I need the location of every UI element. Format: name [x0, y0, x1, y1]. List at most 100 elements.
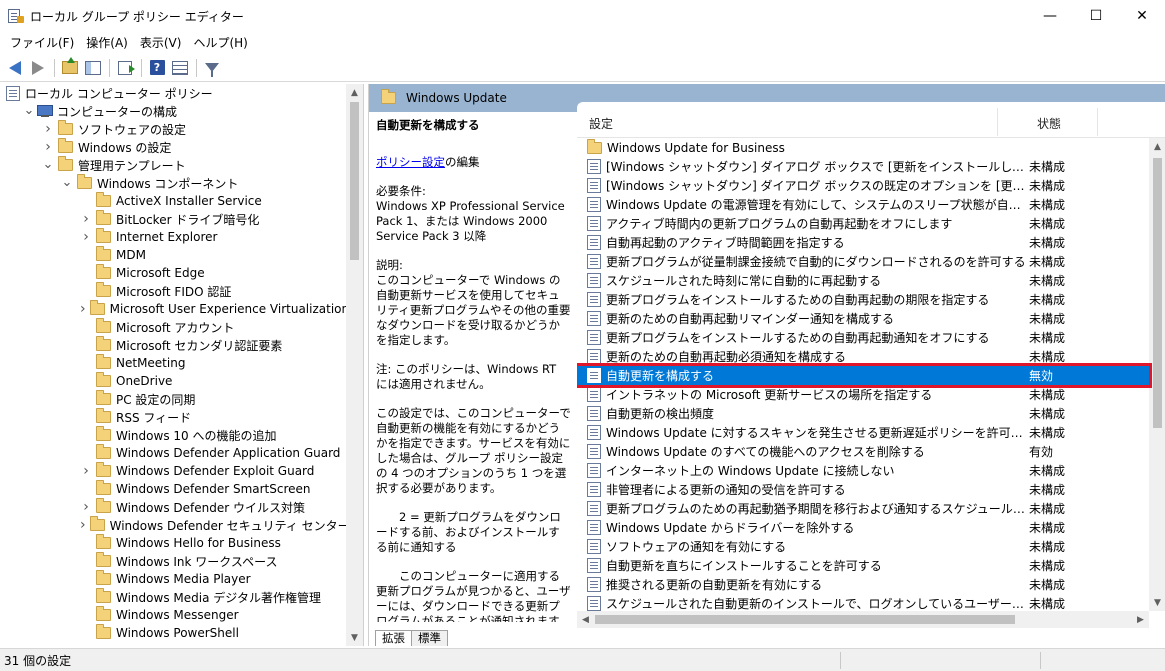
list-horizontal-scrollbar[interactable]: ◀ ▶ — [577, 611, 1149, 628]
tree-node[interactable]: › Windows Defender Exploit Guard — [0, 462, 346, 480]
menu-view[interactable]: 表示(V) — [134, 32, 188, 54]
tree-node[interactable]: › Windows Defender セキュリティ センター — [0, 516, 350, 534]
chevron-down-icon[interactable]: ⌄ — [61, 174, 73, 192]
policy-row[interactable]: イントラネットの Microsoft 更新サービスの場所を指定する 未構成 — [577, 385, 1149, 404]
tree-node[interactable]: › Microsoft User Experience Virtualizatio… — [0, 300, 349, 318]
policy-row[interactable]: Windows Update の電源管理を有効にして、システムのスリープ状態が自… — [577, 195, 1149, 214]
edit-policy-link[interactable]: ポリシー設定 — [376, 155, 445, 169]
policy-row[interactable]: Windows Update に対するスキャンを発生させる更新遅延ポリシーを許可… — [577, 423, 1149, 442]
tree-node[interactable]: ⌄ コンピューターの構成 — [0, 102, 346, 120]
column-divider[interactable] — [1097, 108, 1098, 136]
chevron-right-icon[interactable]: › — [80, 462, 92, 480]
tree-node[interactable]: Windows Defender Application Guard — [0, 444, 346, 462]
tree-vertical-scrollbar[interactable]: ▲ ▼ — [346, 84, 363, 646]
tab-standard[interactable]: 標準 — [411, 630, 448, 646]
selected-policy-row[interactable]: 自動更新を構成する 無効 — [577, 363, 1152, 388]
tree-node[interactable]: MDM — [0, 246, 346, 264]
menu-file[interactable]: ファイル(F) — [4, 32, 80, 54]
tree-node[interactable]: NetMeeting — [0, 354, 346, 372]
back-button[interactable] — [4, 57, 26, 79]
tree-node[interactable]: Microsoft アカウント — [0, 318, 346, 336]
tree-node[interactable]: Windows Defender SmartScreen — [0, 480, 346, 498]
tree-node[interactable]: › Windows の設定 — [0, 138, 346, 156]
policy-row[interactable]: 自動再起動のアクティブ時間範囲を指定する 未構成 — [577, 233, 1149, 252]
tree-node[interactable]: ローカル コンピューター ポリシー — [0, 84, 346, 102]
scroll-left-icon[interactable]: ◀ — [577, 611, 594, 628]
maximize-button[interactable]: ☐ — [1073, 0, 1119, 32]
policy-row[interactable]: 非管理者による更新の通知の受信を許可する 未構成 — [577, 480, 1149, 499]
chevron-right-icon[interactable]: › — [80, 300, 86, 318]
tree-node[interactable]: Microsoft FIDO 認証 — [0, 282, 346, 300]
chevron-down-icon[interactable]: ⌄ — [42, 156, 54, 174]
list-vertical-scrollbar[interactable]: ▲ ▼ — [1149, 138, 1165, 611]
tree-node[interactable]: ⌄ 管理用テンプレート — [0, 156, 346, 174]
tree-node[interactable]: Windows Hello for Business — [0, 534, 346, 552]
tree-node[interactable]: Microsoft Edge — [0, 264, 346, 282]
policy-row[interactable]: 自動更新の検出頻度 未構成 — [577, 404, 1149, 423]
chevron-down-icon[interactable]: ⌄ — [23, 102, 35, 120]
minimize-button[interactable]: — — [1027, 0, 1073, 32]
help-button[interactable]: ? — [146, 57, 168, 79]
tree-node[interactable]: Windows Media Player — [0, 570, 346, 588]
scroll-down-icon[interactable]: ▼ — [346, 629, 363, 646]
chevron-right-icon[interactable]: › — [80, 516, 86, 534]
policy-row[interactable]: 更新プログラムのための再起動猶予期間を移行および通知するスケジュールを指... 未… — [577, 499, 1149, 518]
tree-node[interactable]: › BitLocker ドライブ暗号化 — [0, 210, 346, 228]
tree-node[interactable]: Windows 10 への機能の追加 — [0, 426, 346, 444]
chevron-right-icon[interactable]: › — [80, 228, 92, 246]
tree-node[interactable]: OneDrive — [0, 372, 346, 390]
tree-node[interactable]: › ソフトウェアの設定 — [0, 120, 346, 138]
policy-row[interactable]: Windows Update のすべての機能へのアクセスを削除する 有効 — [577, 442, 1149, 461]
scroll-thumb[interactable] — [1153, 158, 1162, 428]
policy-row[interactable]: 自動更新を直ちにインストールすることを許可する 未構成 — [577, 556, 1149, 575]
scroll-down-icon[interactable]: ▼ — [1149, 594, 1165, 611]
policy-row[interactable]: インターネット上の Windows Update に接続しない 未構成 — [577, 461, 1149, 480]
tree-node[interactable]: Microsoft セカンダリ認証要素 — [0, 336, 346, 354]
policy-row[interactable]: Windows Update for Business — [577, 138, 1149, 157]
tree-node[interactable]: ⌄ Windows コンポーネント — [0, 174, 346, 192]
tree-node[interactable]: Windows Ink ワークスペース — [0, 552, 346, 570]
scroll-up-icon[interactable]: ▲ — [1149, 138, 1165, 155]
menu-help[interactable]: ヘルプ(H) — [187, 32, 253, 54]
tree-node[interactable]: ActiveX Installer Service — [0, 192, 346, 210]
policy-row[interactable]: [Windows シャットダウン] ダイアログ ボックスで [更新をインストール… — [577, 157, 1149, 176]
chevron-right-icon[interactable]: › — [80, 498, 92, 516]
tree-node[interactable]: Windows PowerShell — [0, 624, 346, 642]
chevron-right-icon[interactable]: › — [42, 120, 54, 138]
policy-row[interactable]: 更新のための自動再起動必須通知を構成する 未構成 — [577, 347, 1149, 366]
policy-row[interactable]: Windows Update からドライバーを除外する 未構成 — [577, 518, 1149, 537]
tree-node[interactable]: Windows Media デジタル著作権管理 — [0, 588, 346, 606]
show-hide-tree-button[interactable] — [82, 57, 104, 79]
chevron-right-icon[interactable]: › — [80, 210, 92, 228]
policy-row[interactable]: [Windows シャットダウン] ダイアログ ボックスの既定のオプションを [… — [577, 176, 1149, 195]
policy-row[interactable]: アクティブ時間内の更新プログラムの自動再起動をオフにします 未構成 — [577, 214, 1149, 233]
up-one-level-button[interactable] — [59, 57, 81, 79]
menu-action[interactable]: 操作(A) — [80, 32, 134, 54]
export-list-button[interactable] — [114, 57, 136, 79]
properties-button[interactable] — [169, 57, 191, 79]
tree-node[interactable]: › Windows Defender ウイルス対策 — [0, 498, 346, 516]
scroll-up-icon[interactable]: ▲ — [346, 84, 363, 101]
scroll-right-icon[interactable]: ▶ — [1132, 611, 1149, 628]
close-button[interactable]: ✕ — [1119, 0, 1165, 32]
tab-extended[interactable]: 拡張 — [375, 630, 412, 646]
policy-row[interactable]: 更新プログラムが従量制課金接続で自動的にダウンロードされるのを許可する 未構成 — [577, 252, 1149, 271]
filter-button[interactable] — [201, 57, 223, 79]
tree-node[interactable]: Windows Messenger — [0, 606, 346, 624]
scroll-thumb[interactable] — [350, 102, 359, 260]
policy-row[interactable]: ソフトウェアの通知を有効にする 未構成 — [577, 537, 1149, 556]
chevron-right-icon[interactable]: › — [42, 138, 54, 156]
forward-button[interactable] — [27, 57, 49, 79]
policy-row[interactable]: 更新プログラムをインストールするための自動再起動の期限を指定する 未構成 — [577, 290, 1149, 309]
tree-node[interactable]: › Internet Explorer — [0, 228, 346, 246]
column-header-setting[interactable]: 設定 — [589, 115, 613, 132]
tree-node[interactable]: PC 設定の同期 — [0, 390, 346, 408]
tree-node[interactable]: RSS フィード — [0, 408, 346, 426]
column-divider[interactable] — [997, 108, 998, 136]
policy-row[interactable]: 更新のための自動再起動リマインダー通知を構成する 未構成 — [577, 309, 1149, 328]
scroll-thumb[interactable] — [595, 615, 1015, 624]
policy-row[interactable]: スケジュールされた時刻に常に自動的に再起動する 未構成 — [577, 271, 1149, 290]
policy-row[interactable]: 更新プログラムをインストールするための自動再起動通知をオフにする 未構成 — [577, 328, 1149, 347]
policy-row[interactable]: 推奨される更新の自動更新を有効にする 未構成 — [577, 575, 1149, 594]
column-header-state[interactable]: 状態 — [1037, 115, 1061, 132]
